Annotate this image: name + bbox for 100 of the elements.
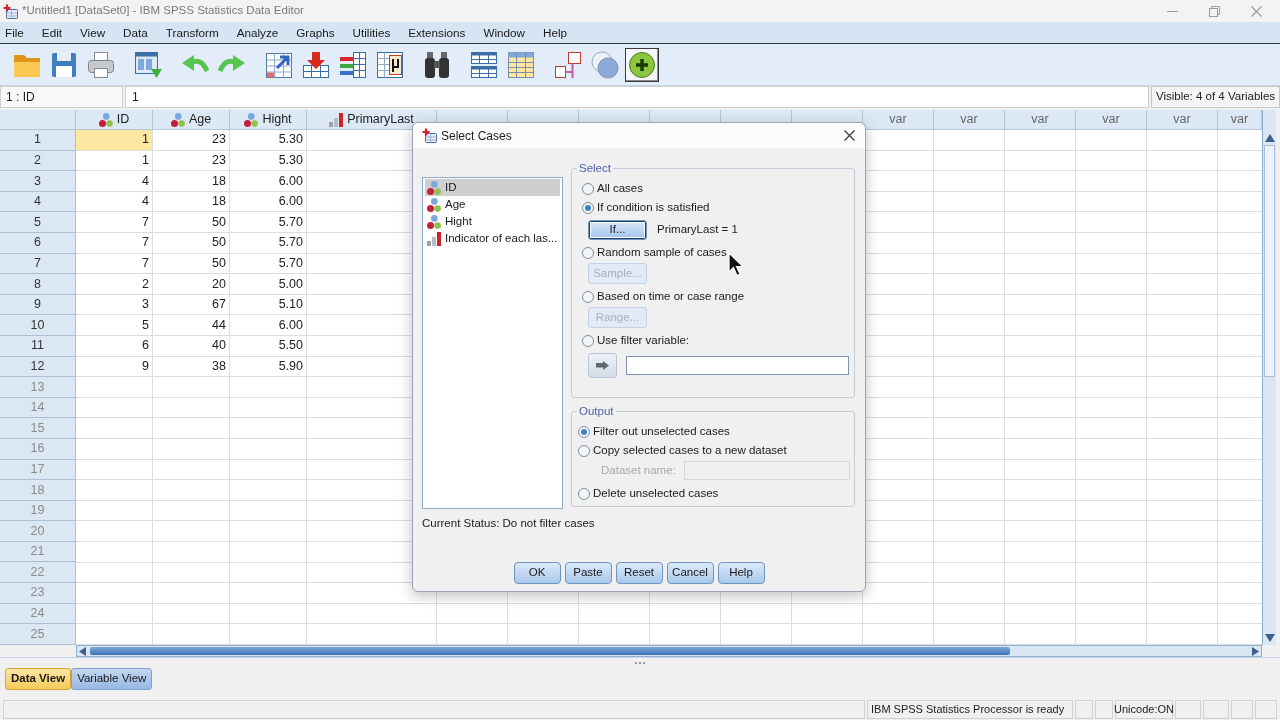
table-cell: 9 bbox=[76, 356, 153, 378]
dialog-button[interactable]: Cancel bbox=[666, 562, 714, 584]
menu-item[interactable]: Analyze bbox=[236, 23, 279, 42]
variable-list[interactable]: ID Age Hight Indicator of each las... bbox=[422, 177, 563, 509]
row-header[interactable]: 12 bbox=[0, 356, 76, 378]
close-icon[interactable] bbox=[844, 130, 855, 141]
table-cell: 23 bbox=[153, 130, 230, 151]
cell-name-field[interactable]: 1 : ID bbox=[0, 86, 123, 108]
minimize-icon[interactable] bbox=[1167, 10, 1178, 12]
toolbar-button[interactable] bbox=[625, 47, 659, 82]
row-header[interactable]: 10 bbox=[0, 315, 76, 336]
table-cell: 7 bbox=[76, 232, 153, 254]
menu-item[interactable]: Edit bbox=[41, 23, 62, 42]
row-header[interactable]: 7 bbox=[0, 253, 76, 275]
row-header[interactable]: 2 bbox=[0, 150, 76, 172]
circles-icon bbox=[591, 50, 619, 79]
menu-item[interactable]: Transform bbox=[165, 23, 219, 42]
right-arrow-icon bbox=[596, 361, 609, 370]
row-header[interactable]: 1 bbox=[0, 130, 76, 151]
column-header[interactable]: Age bbox=[153, 110, 230, 130]
table-cell: 50 bbox=[153, 253, 230, 275]
status-panel bbox=[1095, 700, 1113, 719]
radio-option[interactable]: Filter out unselected cases bbox=[578, 422, 730, 441]
variable-item[interactable]: ID bbox=[425, 179, 560, 196]
scroll-thumb[interactable] bbox=[90, 647, 1010, 655]
table-cell: 5.30 bbox=[230, 130, 307, 151]
table-cell: 5.70 bbox=[230, 212, 307, 233]
menu-item[interactable]: View bbox=[80, 23, 106, 42]
balls-icon bbox=[170, 112, 185, 127]
table-cell: 40 bbox=[153, 335, 230, 357]
menu-item[interactable]: Help bbox=[543, 23, 568, 42]
menu-item[interactable]: Extensions bbox=[408, 23, 466, 42]
radio-option[interactable]: Delete unselected cases bbox=[578, 484, 719, 503]
menu-item[interactable]: File bbox=[5, 23, 24, 42]
status-message: IBM SPSS Statistics Processor is ready bbox=[867, 700, 1073, 719]
row-header[interactable]: 3 bbox=[0, 171, 76, 192]
view-tab[interactable]: Variable View bbox=[71, 668, 153, 690]
column-header[interactable]: Hight bbox=[230, 110, 307, 130]
table-icon bbox=[507, 50, 535, 79]
radio-option[interactable]: All cases bbox=[582, 179, 644, 198]
dialog-button[interactable]: Paste bbox=[564, 562, 612, 584]
variable-item[interactable]: Indicator of each las... bbox=[425, 230, 560, 247]
column-header[interactable]: var bbox=[1005, 110, 1076, 130]
horizontal-scrollbar[interactable] bbox=[76, 645, 1262, 657]
row-header[interactable]: 5 bbox=[0, 212, 76, 233]
option-button[interactable]: If... bbox=[588, 220, 647, 240]
row-header[interactable]: 11 bbox=[0, 335, 76, 357]
table-cell: 38 bbox=[153, 356, 230, 378]
row-header[interactable]: 8 bbox=[0, 274, 76, 295]
balls-icon bbox=[244, 112, 259, 127]
table-column-icon bbox=[376, 50, 404, 79]
cell-value-field[interactable]: 1 bbox=[125, 86, 1149, 108]
row-header[interactable]: 9 bbox=[0, 294, 76, 316]
radio-option[interactable]: Based on time or case range bbox=[582, 287, 745, 306]
radio-option[interactable]: Random sample of cases bbox=[582, 243, 727, 262]
column-header[interactable]: var bbox=[934, 110, 1005, 130]
scroll-thumb[interactable] bbox=[1264, 145, 1275, 377]
column-header[interactable]: var bbox=[1147, 110, 1218, 130]
group-label: Output bbox=[578, 404, 615, 418]
move-button[interactable] bbox=[588, 353, 617, 378]
row-header[interactable]: 4 bbox=[0, 191, 76, 213]
table-cell: 2 bbox=[76, 274, 153, 295]
menu-item[interactable]: Utilities bbox=[352, 23, 391, 42]
table-down-arrow-icon bbox=[302, 50, 330, 79]
table-cell: 5 bbox=[76, 315, 153, 336]
dialog-button[interactable]: Help bbox=[717, 562, 765, 584]
row-header[interactable]: 6 bbox=[0, 232, 76, 254]
column-header[interactable]: var bbox=[1076, 110, 1147, 130]
dialog-button[interactable]: OK bbox=[513, 562, 561, 584]
binoculars-icon bbox=[423, 50, 451, 79]
condition-text: PrimaryLast = 1 bbox=[657, 222, 738, 238]
app-icon bbox=[3, 3, 18, 19]
left-arrow-icon[interactable] bbox=[79, 646, 86, 656]
column-header[interactable]: ID bbox=[76, 110, 153, 130]
vertical-scrollbar[interactable] bbox=[1262, 110, 1276, 645]
column-header[interactable]: var bbox=[863, 110, 934, 130]
table-cell: 67 bbox=[153, 294, 230, 316]
menu-item[interactable]: Window bbox=[483, 23, 525, 42]
status-panel bbox=[1175, 700, 1201, 719]
table-cell: 20 bbox=[153, 274, 230, 295]
up-arrow-icon[interactable] bbox=[1264, 134, 1275, 142]
radio-option[interactable]: Copy selected cases to a new dataset bbox=[578, 441, 787, 460]
view-tab[interactable]: Data View bbox=[5, 668, 72, 690]
radio-option[interactable]: Use filter variable: bbox=[582, 331, 690, 350]
right-arrow-icon[interactable] bbox=[1252, 646, 1259, 656]
menu-item[interactable]: Graphs bbox=[296, 23, 335, 42]
bar-chart-icon bbox=[427, 231, 441, 246]
radio-option[interactable]: If condition is satisfied bbox=[582, 198, 710, 217]
balls-icon bbox=[98, 112, 113, 127]
table-cell: 6.00 bbox=[230, 191, 307, 213]
column-header[interactable]: PrimaryLast bbox=[307, 110, 437, 130]
balls-icon bbox=[427, 180, 441, 195]
table-cell: 5.00 bbox=[230, 274, 307, 295]
filter-variable-field[interactable] bbox=[626, 356, 849, 375]
table-cell: 5.30 bbox=[230, 150, 307, 172]
column-header[interactable]: var bbox=[1218, 110, 1262, 130]
menu-item[interactable]: Data bbox=[123, 23, 148, 42]
dialog-button[interactable]: Reset bbox=[615, 562, 663, 584]
down-arrow-icon[interactable] bbox=[1264, 634, 1275, 642]
restore-icon[interactable] bbox=[1209, 5, 1220, 17]
